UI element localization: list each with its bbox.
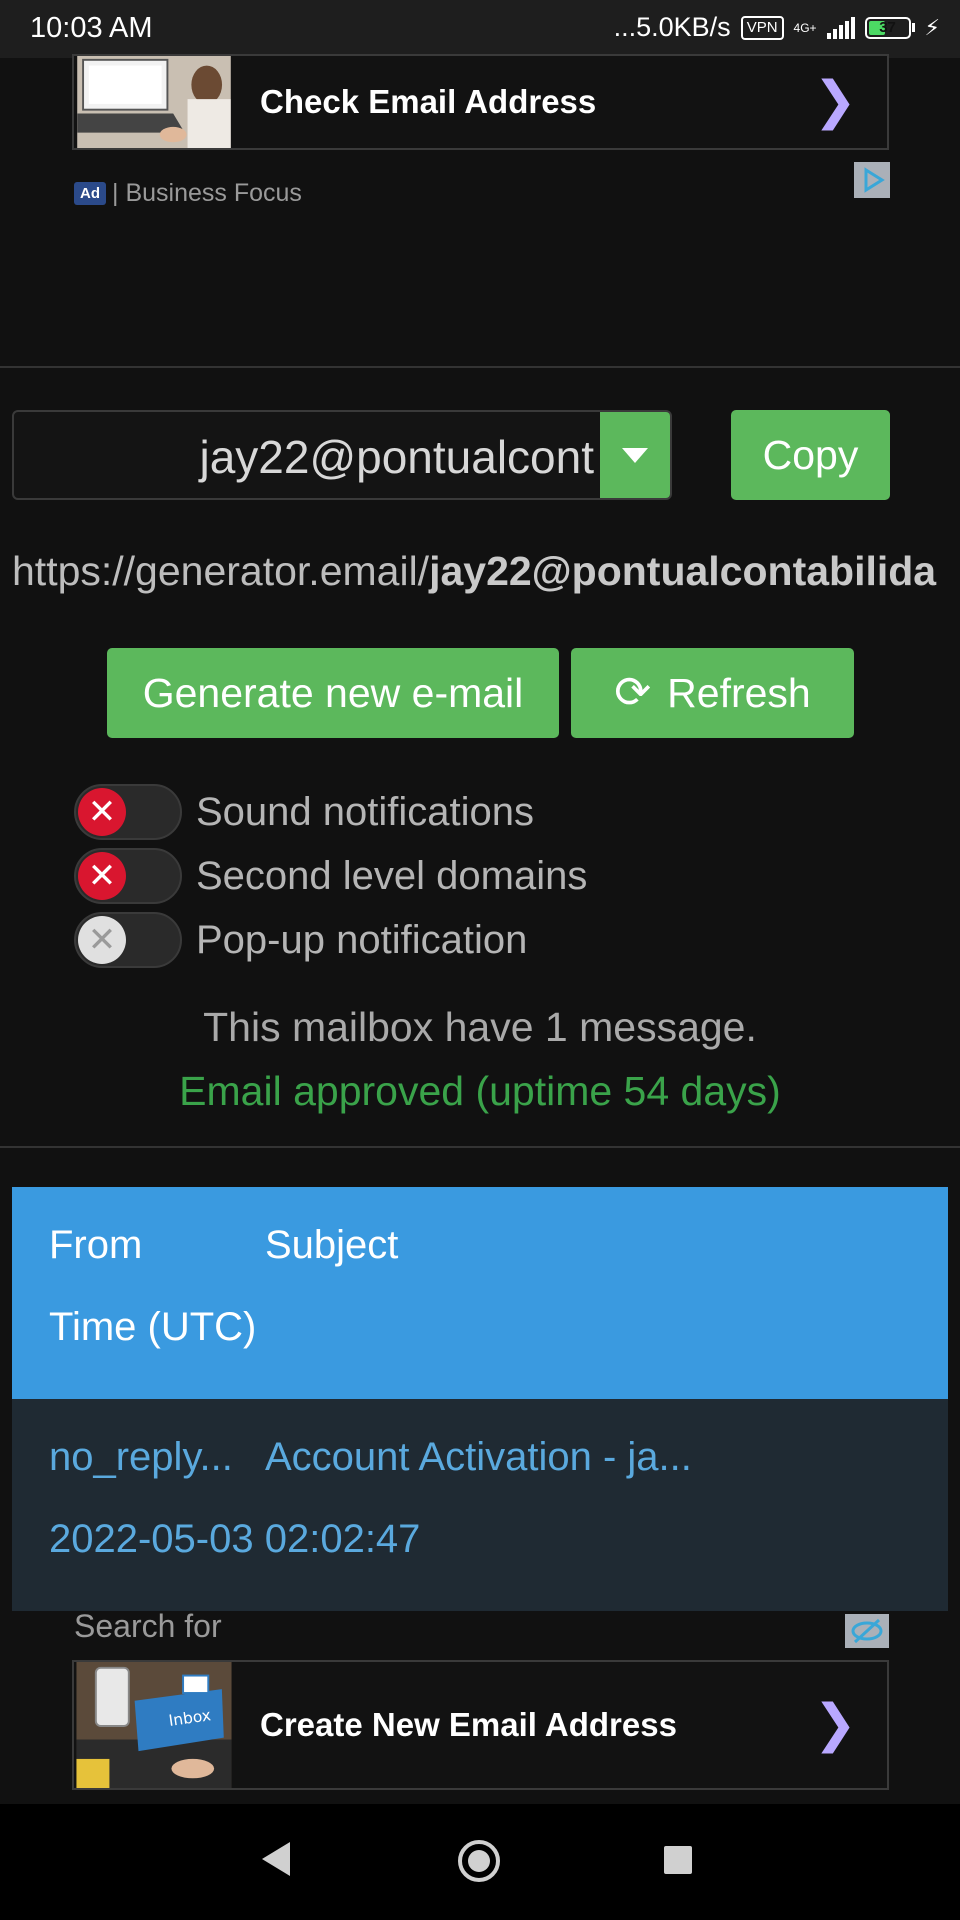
email-select[interactable]: jay22@pontualcont: [12, 410, 672, 500]
search-for-label: Search for: [74, 1608, 222, 1644]
vpn-icon: VPN: [740, 15, 784, 40]
net-speed: ...5.0KB/s: [613, 12, 731, 42]
sound-notifications-toggle[interactable]: ✕: [74, 784, 182, 840]
divider: [0, 366, 960, 368]
chevron-down-icon[interactable]: [600, 412, 670, 498]
network-type: 4G+: [793, 20, 817, 35]
refresh-label: Refresh: [667, 670, 811, 716]
toggle-label-domains: Second level domains: [196, 854, 588, 898]
top-ad-card[interactable]: Check Email Address ❯: [72, 54, 889, 150]
mailbox-url[interactable]: https://generator.email/jay22@pontualcon…: [12, 548, 936, 595]
copy-button[interactable]: Copy: [731, 410, 890, 500]
toggle-label-sound: Sound notifications: [196, 790, 535, 834]
row-from: no_reply...: [49, 1435, 233, 1479]
battery-icon: 37: [864, 16, 915, 39]
table-row[interactable]: no_reply... Account Activation - ja... 2…: [12, 1399, 948, 1611]
header-subject: Subject: [265, 1223, 399, 1267]
header-time: Time (UTC): [49, 1305, 257, 1349]
status-icons: ...5.0KB/s VPN 4G+ 37 ⚡: [614, 12, 940, 43]
chevron-right-icon: ❯: [813, 1694, 857, 1753]
popup-notification-toggle[interactable]: ✕: [74, 912, 182, 968]
url-prefix: https://generator.email/: [12, 548, 430, 594]
ad-title: Create New Email Address: [260, 1706, 677, 1743]
signal-icon: [826, 16, 855, 39]
adchoices-icon[interactable]: [854, 162, 890, 198]
divider: [0, 1146, 960, 1148]
chevron-right-icon: ❯: [813, 71, 857, 130]
refresh-button[interactable]: ⟳ Refresh: [571, 648, 854, 738]
table-header: From Subject Time (UTC): [12, 1187, 948, 1399]
bottom-ad-card[interactable]: Inbox Create New Email Address ❯: [72, 1660, 889, 1790]
battery-level: 37: [879, 18, 896, 36]
generate-email-button[interactable]: Generate new e-mail: [107, 648, 559, 738]
home-icon[interactable]: [458, 1840, 500, 1882]
inbox-thumbnail: Inbox: [76, 1662, 232, 1788]
charging-icon: ⚡: [924, 14, 940, 40]
email-value: jay22@pontualcont: [199, 431, 594, 483]
laptop-thumbnail: [77, 56, 231, 148]
close-icon: ✕: [78, 916, 126, 964]
row-subject: Account Activation - ja...: [265, 1435, 692, 1479]
message-count: This mailbox have 1 message.: [203, 1004, 757, 1050]
refresh-icon: ⟳: [614, 668, 652, 717]
url-address: jay22@pontualcontabilida: [429, 548, 937, 594]
ad-badge: Ad: [74, 182, 106, 205]
back-icon[interactable]: [262, 1842, 290, 1876]
header-from: From: [49, 1223, 143, 1267]
second-level-domains-toggle[interactable]: ✕: [74, 848, 182, 904]
approved-status: Email approved (uptime 54 days): [179, 1068, 781, 1114]
status-time: 10:03 AM: [30, 12, 153, 44]
ad-sponsor: | Business Focus: [112, 179, 302, 207]
row-time: 2022-05-03 02:02:47: [49, 1517, 421, 1561]
status-bar: 10:03 AM ...5.0KB/s VPN 4G+ 37 ⚡: [0, 0, 960, 58]
toggle-label-popup: Pop-up notification: [196, 918, 528, 962]
recent-apps-icon[interactable]: [664, 1846, 692, 1874]
ad-title: Check Email Address: [260, 83, 597, 120]
ad-hide-icon[interactable]: [845, 1614, 889, 1648]
close-icon: ✕: [78, 852, 126, 900]
close-icon: ✕: [78, 788, 126, 836]
